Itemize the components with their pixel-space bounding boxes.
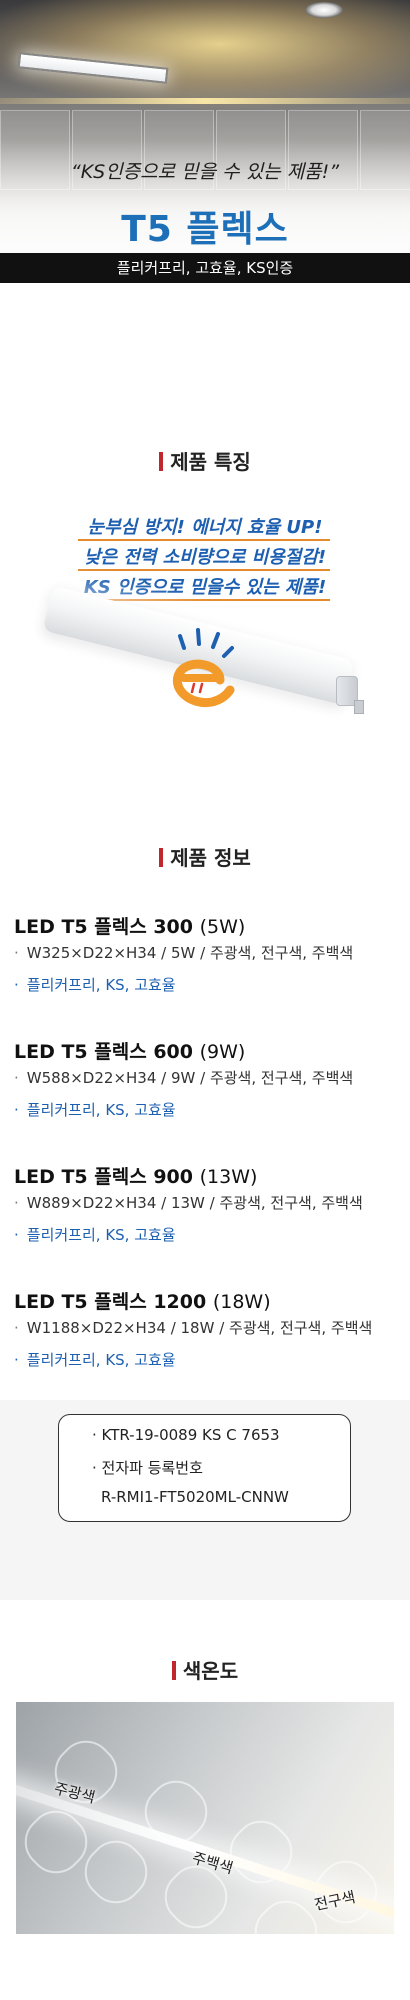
product-model: LED T5 플렉스 1200 <box>14 1291 207 1313</box>
bullet: · <box>14 1194 19 1212</box>
product-model: LED T5 플렉스 900 <box>14 1166 193 1188</box>
product-spec-text: W889×D22×H34 / 13W / 주광색, 전구색, 주백색 <box>26 1194 363 1212</box>
product-feature: · 플리커프리, KS, 고효율 <box>14 1349 176 1370</box>
product-wattage: (18W) <box>212 1291 271 1313</box>
hero-banner: “KS인증으로 믿을 수 있는 제품!” T5 플렉스 플리커프리, 고효율, … <box>0 0 410 285</box>
product-feature-text: 플리커프리, KS, 고효율 <box>26 1101 176 1119</box>
product-wattage: (13W) <box>199 1166 258 1188</box>
product-name: LED T5 플렉스 900 (13W) <box>14 1162 257 1189</box>
tube-connector-pin <box>354 700 364 714</box>
bullet: · <box>14 976 19 994</box>
bullet: · <box>14 944 19 962</box>
downlight-image <box>305 2 343 18</box>
bullet: · <box>14 1351 19 1369</box>
product-name: LED T5 플렉스 1200 (18W) <box>14 1287 271 1314</box>
feature-underline <box>78 569 330 571</box>
product-wattage: (9W) <box>199 1041 246 1063</box>
features-heading-text: 제품 특징 <box>170 450 251 474</box>
product-feature-text: 플리커프리, KS, 고효율 <box>26 1351 176 1369</box>
product-spec: · W889×D22×H34 / 13W / 주광색, 전구색, 주백색 <box>14 1192 363 1213</box>
product-model: LED T5 플렉스 600 <box>14 1041 193 1063</box>
features-heading: 제품 특징 <box>0 446 410 475</box>
product-feature-text: 플리커프리, KS, 고효율 <box>26 976 176 994</box>
heading-accent-bar <box>159 452 164 471</box>
ceiling-glow <box>0 0 410 110</box>
product-spec: · W588×D22×H34 / 9W / 주광색, 전구색, 주백색 <box>14 1067 353 1088</box>
product-detail-page: “KS인증으로 믿을 수 있는 제품!” T5 플렉스 플리커프리, 고효율, … <box>0 0 410 2000</box>
info-heading-text: 제품 정보 <box>170 846 251 870</box>
bullet: · <box>14 1069 19 1087</box>
product-spec-text: W325×D22×H34 / 5W / 주광색, 전구색, 주백색 <box>26 944 354 962</box>
hero-quote: “KS인증으로 믿을 수 있는 제품!” <box>70 161 340 183</box>
product-name: LED T5 플렉스 600 (9W) <box>14 1037 245 1064</box>
product-feature: · 플리커프리, KS, 고효율 <box>14 1099 176 1120</box>
product-spec-text: W588×D22×H34 / 9W / 주광색, 전구색, 주백색 <box>26 1069 354 1087</box>
color-temp-heading-text: 색온도 <box>182 1659 239 1683</box>
product-spec-text: W1188×D22×H34 / 18W / 주광색, 전구색, 주백색 <box>26 1319 373 1337</box>
feature-line: 눈부심 방지! 에너지 효율 UP! <box>87 517 323 538</box>
color-temperature-photo: 주광색 주백색 전구색 <box>16 1702 394 1934</box>
product-spec: · W325×D22×H34 / 5W / 주광색, 전구색, 주백색 <box>14 942 353 963</box>
product-feature: · 플리커프리, KS, 고효율 <box>14 1224 176 1245</box>
product-feature-text: 플리커프리, KS, 고효율 <box>26 1226 176 1244</box>
product-spec: · W1188×D22×H34 / 18W / 주광색, 전구색, 주백색 <box>14 1317 372 1338</box>
info-heading: 제품 정보 <box>0 842 410 871</box>
product-feature: · 플리커프리, KS, 고효율 <box>14 974 176 995</box>
cert-emc-label: · 전자파 등록번호 <box>92 1459 203 1477</box>
product-name: LED T5 플렉스 300 (5W) <box>14 912 245 939</box>
bullet: · <box>14 1319 19 1337</box>
hero-keyword-bar: 플리커프리, 고효율, KS인증 <box>0 253 410 283</box>
bullet: · <box>14 1226 19 1244</box>
feature-underline <box>78 539 330 541</box>
bullet: · <box>14 1101 19 1119</box>
cert-emc-number: R-RMI1-FT5020ML-CNNW <box>101 1488 289 1506</box>
energy-efficiency-icon <box>172 628 235 708</box>
heading-accent-bar <box>171 1661 176 1680</box>
product-title: T5 플렉스 <box>121 209 289 250</box>
cert-ks-number: · KTR-19-0089 KS C 7653 <box>92 1426 280 1444</box>
heading-accent-bar <box>159 848 164 867</box>
product-wattage: (5W) <box>199 916 246 938</box>
feature-line: 낮은 전력 소비량으로 비용절감! <box>83 547 327 568</box>
ceiling-led-strip <box>0 98 410 104</box>
color-temp-heading: 색온도 <box>0 1655 410 1684</box>
product-model: LED T5 플렉스 300 <box>14 916 193 938</box>
